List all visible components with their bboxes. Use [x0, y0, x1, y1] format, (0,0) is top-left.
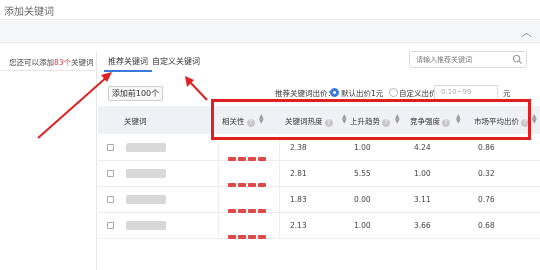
competition-value: 3.11 — [414, 195, 431, 204]
chevron-up-icon[interactable]: ︿ — [521, 24, 532, 40]
table-row[interactable]: 2.13 1.00 3.66 0.68 — [98, 213, 540, 239]
keyword-text-redacted — [126, 169, 166, 178]
arrow-head — [101, 72, 112, 82]
col-keyword: 关键词 — [124, 117, 147, 126]
column-divider — [218, 161, 219, 187]
trend-value: 0.00 — [354, 195, 371, 204]
avg-bid-value: 0.86 — [478, 143, 495, 152]
competition-value: 1.00 — [414, 169, 431, 178]
hint-suffix: 关键词 — [71, 58, 94, 67]
keyword-text-redacted — [126, 195, 166, 204]
custom-bid-input[interactable]: 0.10~99 — [434, 85, 498, 100]
tab-recommended-keywords[interactable]: 推荐关键词 — [104, 52, 152, 72]
relevance-bar — [228, 198, 270, 213]
column-divider — [279, 161, 280, 187]
page-title: 添加关键词 — [4, 7, 54, 18]
remaining-count-hint: 您还可以添加83个关键词 — [9, 57, 94, 68]
trend-value: 1.00 — [354, 143, 371, 152]
trend-value: 5.55 — [354, 169, 371, 178]
section-bar[interactable]: ︿ — [0, 21, 540, 43]
competition-value: 3.66 — [414, 221, 431, 230]
avg-bid-value: 0.76 — [478, 195, 495, 204]
default-bid-label[interactable]: 默认出价1元 — [341, 88, 383, 99]
arrow-line — [187, 79, 208, 101]
relevance-bar — [228, 172, 270, 187]
column-divider — [218, 187, 219, 213]
heat-value: 2.13 — [290, 221, 307, 230]
column-divider — [279, 187, 280, 213]
heat-value: 1.83 — [290, 195, 307, 204]
heat-value: 2.81 — [290, 169, 307, 178]
heat-value: 2.38 — [290, 143, 307, 152]
keyword-search — [409, 51, 527, 68]
custom-bid-label[interactable]: 自定义出价 — [399, 88, 437, 99]
tab-custom-keywords[interactable]: 自定义关键词 — [148, 52, 204, 72]
column-divider — [279, 213, 280, 239]
competition-value: 4.24 — [414, 143, 431, 152]
default-bid-radio[interactable] — [330, 88, 339, 97]
metrics-highlight-box — [211, 99, 531, 140]
relevance-bar — [228, 146, 270, 161]
bid-unit: 元 — [503, 89, 511, 98]
arrow-head — [185, 76, 194, 87]
search-icon[interactable] — [512, 54, 523, 65]
add-top-100-button[interactable]: 添加前100个 — [108, 86, 163, 101]
table-row[interactable]: 2.81 5.55 1.00 0.32 — [98, 161, 540, 187]
sort-icon[interactable]: ▲ ▼ — [532, 114, 537, 125]
panel-divider — [0, 70, 97, 71]
avg-bid-value: 0.32 — [478, 169, 495, 178]
keyword-text-redacted — [126, 221, 166, 230]
avg-bid-value: 0.68 — [478, 221, 495, 230]
remaining-count: 83个 — [54, 58, 72, 67]
trend-value: 1.00 — [354, 221, 371, 230]
selected-keywords-panel: 您还可以添加83个关键词 — [0, 52, 97, 270]
table-row[interactable]: 1.83 0.00 3.11 0.76 — [98, 187, 540, 213]
keyword-text-redacted — [126, 143, 166, 152]
search-input[interactable] — [416, 53, 504, 66]
relevance-bar — [228, 224, 270, 239]
row-checkbox[interactable] — [107, 144, 114, 151]
column-divider — [218, 213, 219, 239]
row-checkbox[interactable] — [107, 196, 114, 203]
hint-prefix: 您还可以添加 — [9, 58, 54, 67]
bid-label: 推荐关键词出价： — [275, 89, 335, 98]
custom-bid-radio[interactable] — [389, 88, 398, 97]
row-checkbox[interactable] — [107, 222, 114, 229]
top-bar: 添加关键词 — [0, 0, 540, 20]
row-checkbox[interactable] — [107, 170, 114, 177]
